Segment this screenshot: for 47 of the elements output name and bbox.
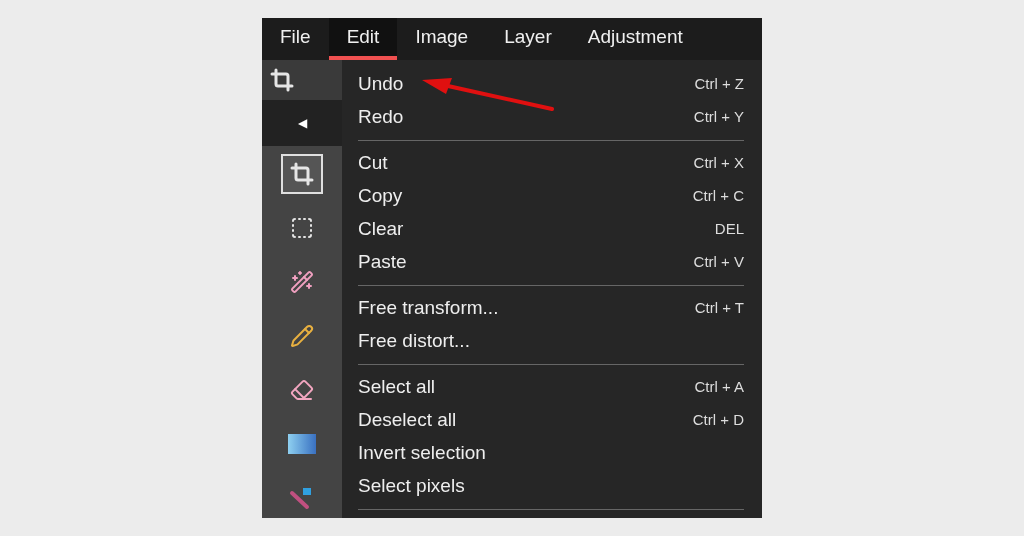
menu-item-label: Clear [358,217,404,242]
menu-item[interactable]: Undo Ctrl + Z [358,68,744,101]
crop-icon [270,67,294,92]
menu-bar-item[interactable]: Image [397,18,487,60]
menu-item[interactable]: Free transform... Ctrl + T [358,292,744,325]
menu-item-label: Free transform... [358,296,499,321]
shortcut-label: Ctrl + X [693,153,744,174]
menu-item[interactable]: Free distort... [358,325,744,358]
menu-item[interactable]: Redo Ctrl + Y [358,101,744,134]
tool-button[interactable] [281,154,323,194]
menu-item-label: Undo [358,72,404,97]
eraser-icon [290,378,314,402]
menu-bar-item[interactable]: Edit [328,18,398,60]
shortcut-label: DEL [714,219,744,240]
menu-item-label: Select all [358,375,436,400]
menu-item-label: Deselect all [358,408,457,433]
shortcut-label: Ctrl + C [692,186,744,207]
shortcut-label: Ctrl + V [693,252,744,273]
menu-item[interactable]: Paste Ctrl + V [358,246,744,279]
menu-item[interactable]: Select all Ctrl + A [358,371,744,404]
crop-icon [290,162,314,186]
menu-item[interactable]: Clear DEL [358,213,744,246]
menu-item[interactable]: Select pixels [358,470,744,503]
menu-item[interactable]: Cut Ctrl + X [358,147,744,180]
menu-item[interactable]: Copy Ctrl + C [358,180,744,213]
gradient-icon [288,434,316,454]
menu-item-label: Copy [358,184,403,209]
menu-item-label: Redo [358,105,404,130]
magic-wand-icon [290,270,314,294]
marquee-icon [290,216,314,240]
menu-item-label: Paste [358,250,407,275]
shortcut-label: Ctrl + Y [693,107,744,128]
collapse-button[interactable]: ◀ [297,113,307,132]
shortcut-label: Ctrl + T [694,298,744,319]
menu-bar-item[interactable]: File [262,18,329,60]
menu-item-label: Free distort... [358,329,470,354]
shortcut-label: Ctrl + D [692,410,744,431]
menu-bar-item[interactable]: Layer [486,18,570,60]
menu-item[interactable]: Deselect all Ctrl + D [358,404,744,437]
menu-item-label: Invert selection [358,441,486,466]
menu-bar-item[interactable]: Adjustment [569,18,701,60]
menu-item[interactable]: Invert selection [358,437,744,470]
shortcut-label: Ctrl + Z [694,74,744,95]
menu-item-label: Cut [358,151,388,176]
menu-item-label: Select pixels [358,474,465,499]
shortcut-label: Ctrl + A [694,377,744,398]
pencil-icon [290,324,314,348]
